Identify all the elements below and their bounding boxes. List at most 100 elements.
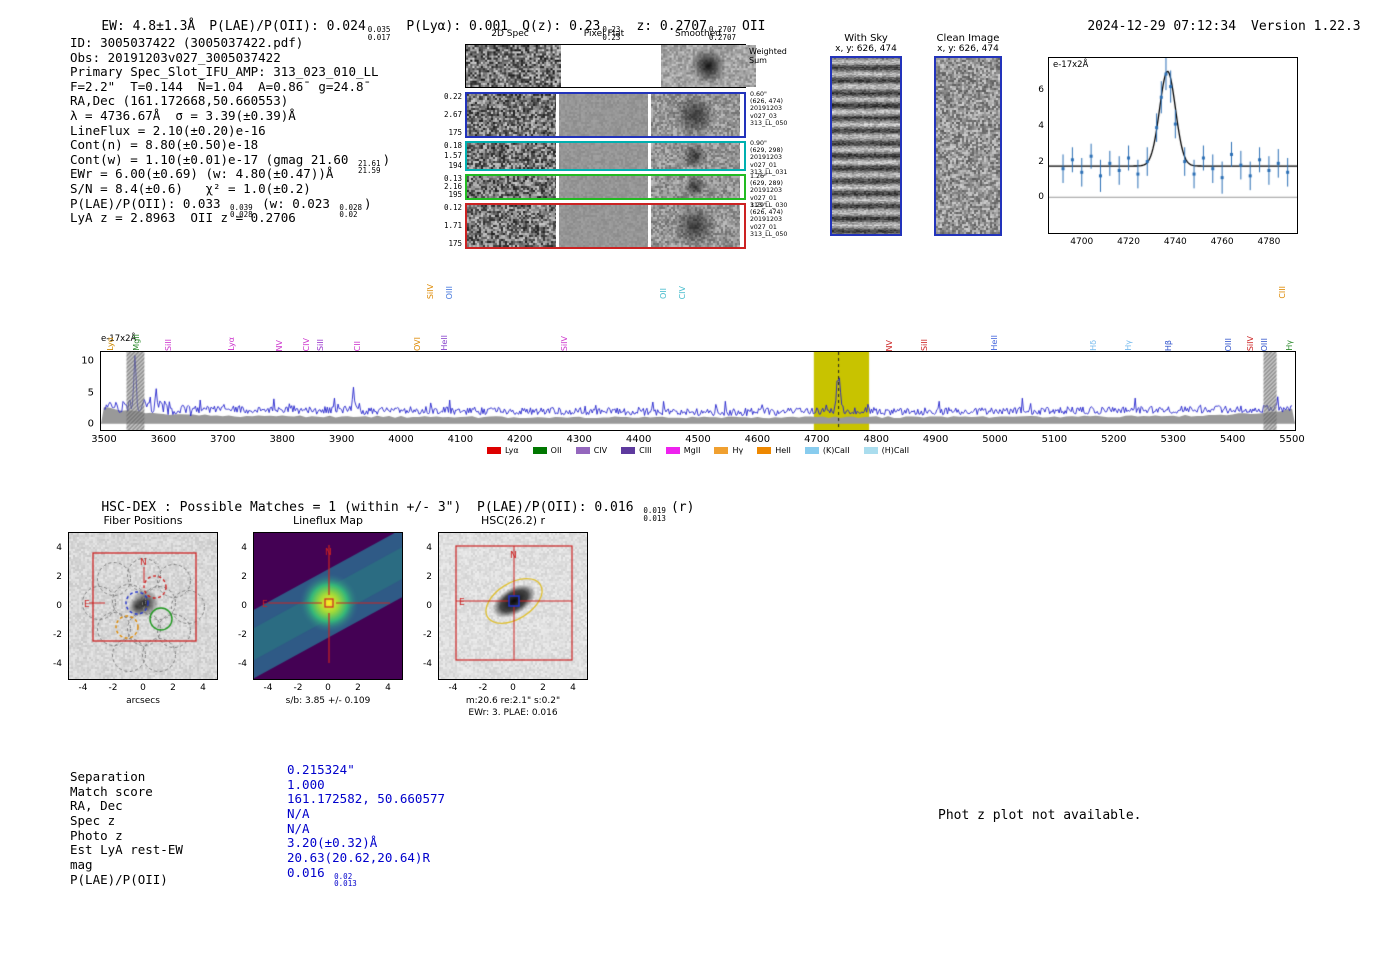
pixel-flat-canvas	[559, 205, 648, 247]
match-label: Match score	[70, 783, 153, 799]
twod-spec-canvas	[467, 176, 556, 198]
twod-row-value: 195	[448, 190, 462, 199]
match-label: mag	[70, 857, 93, 873]
hsc-xlabel2: EWr: 3. PLAE: 0.016	[468, 708, 558, 718]
legend-label: (K)CaII	[822, 446, 850, 455]
legend-label: (H)CaII	[881, 446, 910, 455]
match-value: 0.215324"	[287, 762, 355, 777]
pixel-flat-canvas	[559, 143, 648, 169]
cutout-ytick: 0	[426, 601, 432, 611]
spectrum-xtick: 4100	[447, 434, 474, 445]
cutout-xtick: 4	[570, 683, 576, 693]
match-value: 20.63(20.62,20.64)R	[287, 850, 430, 866]
clean-image-title: Clean Image	[936, 33, 1000, 44]
legend-item: Hγ	[714, 446, 743, 455]
hscdex-hi-lo: 0.019 0.013	[643, 506, 666, 523]
legend-swatch	[804, 447, 819, 454]
legend-item: CIV	[575, 446, 608, 455]
twod-row-value: 175	[448, 128, 462, 137]
emission-line-label: OVI	[413, 337, 423, 351]
cutout-xtick: 4	[385, 683, 391, 693]
legend-label: CIV	[593, 446, 608, 455]
spectrum-xtick: 5300	[1160, 434, 1186, 445]
cutout-ytick: -4	[53, 659, 62, 670]
smoothed-canvas	[651, 205, 740, 247]
pixel-flat-canvas	[559, 94, 648, 136]
twod-col-title-smoothed: Smoothed	[675, 29, 721, 39]
twod-weighted-sum-row	[465, 44, 756, 88]
spectrum-xtick: 3800	[269, 434, 295, 445]
twod-row-value: 194	[448, 161, 462, 170]
legend-label: MgII	[683, 446, 701, 455]
info-line: LineFlux = 2.10(±0.20)e-16	[70, 122, 266, 138]
legend-label: Lyα	[504, 446, 519, 455]
with-sky-coords: x, y: 626, 474	[835, 44, 897, 54]
cutout-xtick: 2	[540, 683, 546, 693]
twod-row-value: 0.18	[443, 141, 462, 150]
twod-ann-line: 1.29"	[750, 202, 767, 209]
spectrum-xtick: 4300	[566, 434, 592, 445]
info-line: Cont(w) = 1.10(±0.01)e-17 (gmag 21.60 21…	[70, 151, 391, 176]
spectrum-xtick: 5000	[982, 434, 1008, 445]
cutout-xtick: 0	[325, 683, 331, 693]
emission-line-label: SiIV	[560, 335, 570, 351]
spectrum-xtick: 5100	[1041, 434, 1068, 445]
with-sky-panel	[830, 56, 902, 236]
match-label: P(LAE)/P(OII)	[70, 871, 168, 887]
legend-label: OII	[550, 446, 562, 455]
info-line: P(LAE)/P(OII): 0.033 0.039 0.028 (w: 0.02…	[70, 195, 372, 220]
photz-note: Phot z plot not available.	[938, 808, 1142, 823]
match-value: 3.20(±0.32)Å	[287, 835, 378, 851]
twod-spec-canvas	[467, 205, 556, 247]
emission-line-label: NV	[885, 339, 895, 351]
spectrum-xtick: 4800	[863, 434, 889, 445]
spectrum-xtick: 4500	[685, 434, 711, 445]
spectrum-xtick: 5400	[1219, 434, 1246, 445]
twod-ann-line: 0.90"	[750, 140, 767, 147]
twod-ann-line: 313_LL_050	[750, 119, 788, 127]
info-line: Cont(n) = 8.80(±0.50)e-18	[70, 137, 259, 153]
twod-col-title-pixelflat: Pixel Flat	[583, 29, 625, 39]
hsc-r-title: HSC(26.2) r	[480, 514, 546, 527]
emission-line-label: OII	[659, 287, 669, 299]
twod-row-value: 1.57	[443, 151, 462, 160]
line-fit-plot-canvas	[1049, 58, 1297, 233]
clean-image-panel	[934, 56, 1002, 236]
legend-item: OII	[532, 446, 562, 455]
info-line: ID: 3005037422 (3005037422.pdf)	[70, 35, 304, 50]
emission-line-label: NV	[274, 339, 284, 351]
twod-ann-line: (626, 474)	[750, 98, 783, 106]
lineflux-map-panel	[253, 532, 403, 680]
line-fit-ytick: 0	[1038, 192, 1044, 203]
info-line: F=2.2" T=0.144 N̄=1.04 A=0.86̄ g=24.8̄	[70, 78, 364, 94]
twod-row-values: 0.18 1.57 194	[428, 142, 462, 170]
emission-line-label: CIII	[1278, 286, 1288, 299]
match-label: Spec z	[70, 813, 116, 829]
cutout-ytick: -4	[238, 659, 247, 670]
header-ew: EW: 4.8±1.3Å	[101, 19, 196, 34]
cutout-ytick: 4	[56, 542, 62, 553]
fiber-positions-panel	[68, 532, 218, 680]
cutout-ytick: 4	[241, 542, 247, 553]
legend-swatch	[486, 447, 501, 454]
spectrum-xtick: 4600	[744, 434, 771, 445]
emission-line-label: SiIV	[1246, 335, 1256, 351]
spectrum-xtick: 4700	[804, 434, 830, 445]
spectrum-plot-canvas	[101, 352, 1295, 430]
with-sky-title: With Sky	[844, 33, 888, 44]
twod-ann-line: 0.60"	[750, 91, 767, 98]
pixel-flat-canvas	[559, 176, 648, 198]
smoothed-canvas	[651, 143, 740, 169]
twod-spec-canvas	[467, 143, 556, 169]
emission-line-label: CIV	[677, 285, 687, 299]
twod-ann-line: v027_01	[750, 223, 777, 231]
twod-row-annotation: 1.29" (626, 474) 20191203 v027_01 313_LL_050	[750, 202, 810, 238]
info-line: RA,Dec (161.172668,50.660553)	[70, 93, 289, 109]
report-datetime: 2024-12-29 07:12:34	[1087, 19, 1237, 34]
emission-line-label: Lyα	[226, 337, 236, 351]
emission-line-label: OIII	[445, 285, 455, 299]
report-version: Version 1.22.3	[1251, 19, 1361, 34]
emission-line-label: OIII	[1223, 337, 1233, 351]
cutout-ytick: 4	[426, 542, 432, 553]
emission-line-label: Hγ	[1123, 340, 1133, 351]
